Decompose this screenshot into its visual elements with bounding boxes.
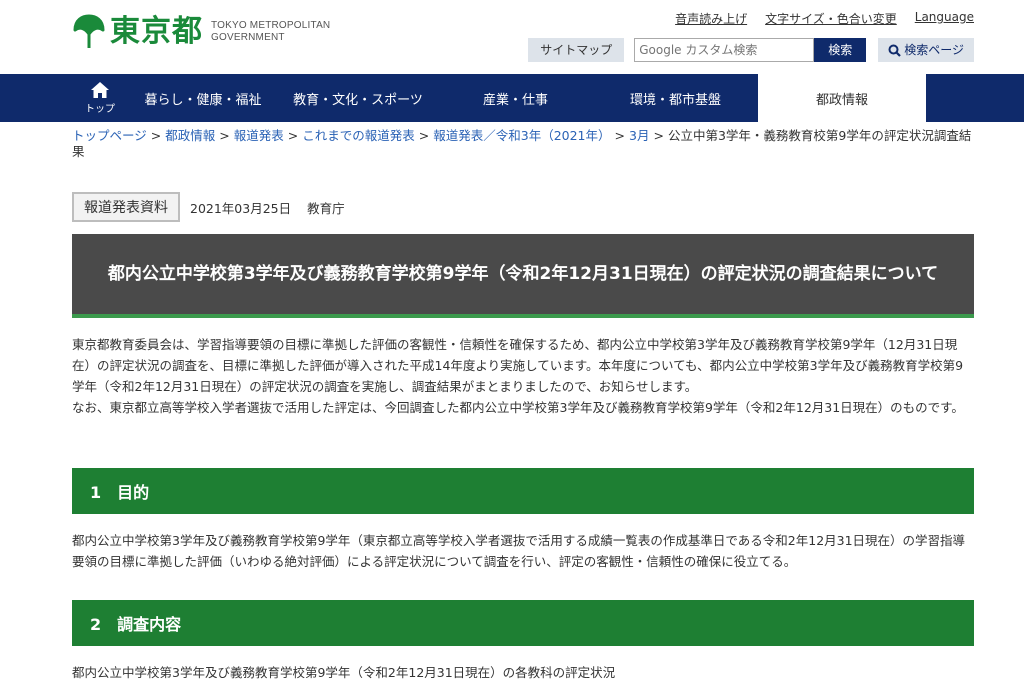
global-nav: トップ 暮らし・健康・福祉 教育・文化・スポーツ 産業・仕事 環境・都市基盤 都… (0, 74, 1024, 122)
magnifier-icon (888, 44, 902, 57)
breadcrumb-sep: > (418, 128, 430, 143)
nav-item-life-health-welfare[interactable]: 暮らし・健康・福祉 (128, 74, 278, 122)
press-date: 2021年03月25日 (190, 200, 292, 216)
search-button[interactable]: 検索 (814, 38, 867, 62)
section-heading-purpose: 1 目的 (72, 468, 974, 514)
nav-item-government-info[interactable]: 都政情報 (758, 74, 926, 122)
link-language[interactable]: Language (915, 10, 974, 27)
link-font-color-settings[interactable]: 文字サイズ・色合い変更 (765, 10, 897, 27)
intro-paragraph-2: なお、東京都立高等学校入学者選抜で活用した評定は、今回調査した都内公立中学校第3… (72, 400, 964, 415)
nav-item-industry-work[interactable]: 産業・仕事 (438, 74, 593, 122)
logo-text-jp: 東京都 (110, 14, 203, 49)
utility-links: 音声読み上げ 文字サイズ・色合い変更 Language (675, 10, 974, 27)
breadcrumb-link-gov-info[interactable]: 都政情報 (165, 128, 215, 143)
breadcrumb-sep: > (287, 128, 299, 143)
breadcrumb-link-press-2021[interactable]: 報道発表／令和3年（2021年） (433, 128, 610, 143)
section-heading-survey-content: 2 調査内容 (72, 600, 974, 646)
logo-en-line1: TOKYO METROPOLITAN (211, 20, 331, 31)
breadcrumb-sep: > (614, 128, 625, 143)
nav-item-environment-infrastructure[interactable]: 環境・都市基盤 (593, 74, 758, 122)
breadcrumb-link-past-press[interactable]: これまでの報道発表 (302, 128, 415, 143)
breadcrumb-sep: > (219, 128, 230, 143)
search-input[interactable] (634, 38, 815, 62)
nav-home-label: トップ (85, 104, 115, 115)
press-department: 教育庁 (307, 200, 345, 216)
section-body-survey-content: 都内公立中学校第3学年及び義務教育学校第9学年（令和2年12月31日現在）の各教… (72, 665, 616, 680)
home-icon (91, 82, 109, 98)
nav-item-education-culture-sports[interactable]: 教育・文化・スポーツ (278, 74, 438, 122)
logo-en-line2: GOVERNMENT (211, 32, 285, 43)
tokyo-logo[interactable]: 東京都 TOKYO METROPOLITAN GOVERNMENT (72, 14, 330, 50)
link-text-to-speech[interactable]: 音声読み上げ (675, 10, 747, 27)
breadcrumb-link-march[interactable]: 3月 (629, 128, 649, 143)
press-info: 報道発表資料 2021年03月25日 教育庁 (72, 192, 345, 222)
search-page-label: 検索ページ (904, 43, 964, 57)
page-title: 都内公立中学校第3学年及び義務教育学校第9学年（令和2年12月31日現在）の評定… (72, 234, 974, 314)
breadcrumb: トップページ > 都政情報 > 報道発表 > これまでの報道発表 > 報道発表／令和3年（202… (72, 128, 972, 160)
site-header: 東京都 TOKYO METROPOLITAN GOVERNMENT 音声読み上げ… (0, 0, 1024, 74)
breadcrumb-link-press[interactable]: 報道発表 (234, 128, 284, 143)
intro-paragraph-1: 東京都教育委員会は、学習指導要領の目標に準拠した評価の客観性・信頼性を確保するた… (72, 337, 964, 394)
logo-text-en: TOKYO METROPOLITAN GOVERNMENT (211, 20, 330, 44)
search-bar: サイトマップ 検索 検索ページ (528, 38, 974, 62)
section-body-purpose: 都内公立中学校第3学年及び義務教育学校第9学年（東京都立高等学校入学者選抜で活用… (72, 533, 966, 569)
breadcrumb-sep: > (653, 128, 664, 143)
breadcrumb-link-top[interactable]: トップページ (72, 128, 147, 143)
sitemap-button[interactable]: サイトマップ (528, 38, 625, 62)
breadcrumb-sep: > (150, 128, 162, 143)
nav-home[interactable]: トップ (72, 74, 128, 122)
title-divider (72, 314, 974, 318)
press-release-badge: 報道発表資料 (72, 192, 180, 222)
search-page-button[interactable]: 検索ページ (878, 38, 974, 62)
ginkgo-leaf-icon (73, 14, 105, 48)
intro-text: 東京都教育委員会は、学習指導要領の目標に準拠した評価の客観性・信頼性を確保するた… (72, 334, 974, 418)
